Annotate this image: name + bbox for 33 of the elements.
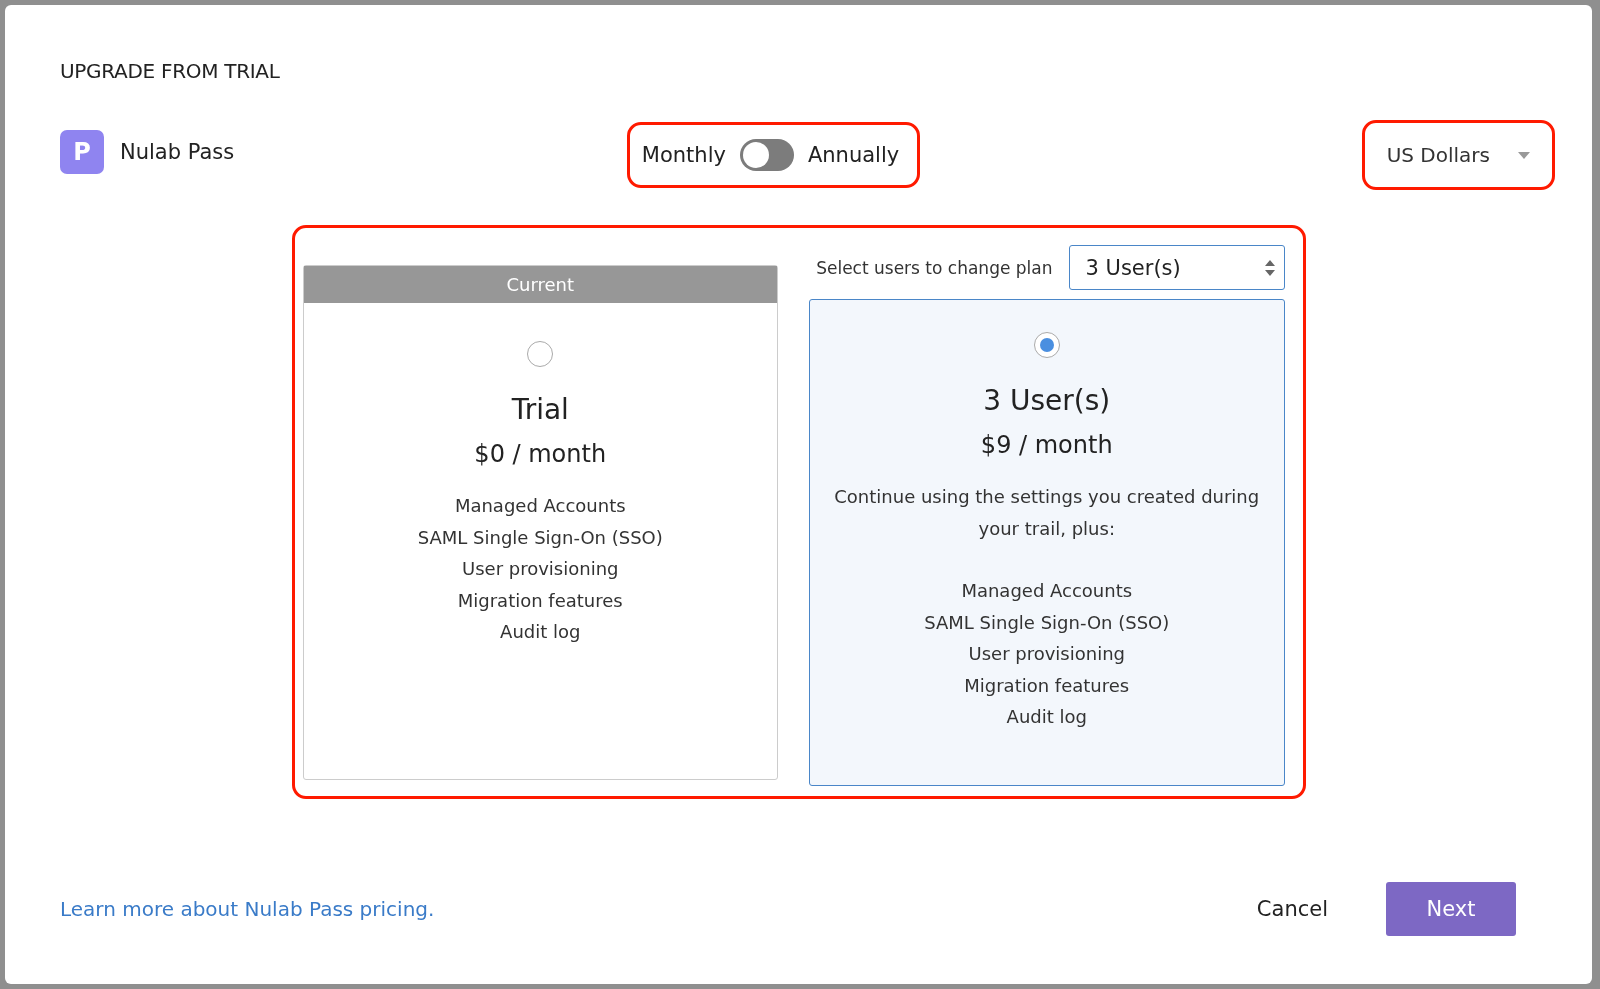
feature-item: Migration features [457, 588, 623, 613]
plan-card[interactable]: Current Trial $0 / month Managed Accounts SAML Single Sign-On (SSO) User provisioning Migration features Audit log [302, 265, 778, 780]
currency-dropdown[interactable]: US Dollars [1376, 133, 1540, 177]
feature-item: Managed Accounts [454, 494, 626, 518]
users-select[interactable]: 3 User(s) [1068, 245, 1285, 290]
feature-item: Audit log [500, 620, 581, 644]
plan-radio[interactable] [527, 341, 554, 367]
feature-item: Managed Accounts [961, 579, 1133, 603]
current-banner: Current [303, 266, 777, 303]
plan-intro: Continue using the settings you created during your trail, plus: [833, 485, 1261, 541]
cancel-button[interactable]: Cancel [1238, 887, 1346, 931]
toggle-label: Annually [807, 143, 900, 167]
product-name: Nulab Pass [120, 140, 235, 164]
pricing-link[interactable]: Learn more about Nulab Pass pricing. [60, 897, 435, 921]
caret-icon [1518, 151, 1530, 159]
feature-item: SAML Single Sign-On (SSO) [924, 610, 1170, 635]
feature-item: User provisioning [462, 557, 619, 581]
plan-name: Trial [511, 393, 569, 426]
toggle-label: Monthly [641, 143, 726, 167]
plan-radio[interactable] [1033, 332, 1060, 358]
next-button[interactable]: Next [1386, 882, 1516, 936]
dialog-title: UPGRADE FROM TRIAL [60, 59, 281, 83]
feature-item: Migration features [964, 673, 1130, 698]
plan-name: 3 User(s) [983, 384, 1111, 417]
feature-item: User provisioning [968, 642, 1125, 666]
feature-item: Audit log [1006, 705, 1087, 729]
logo-icon: P [60, 130, 104, 174]
billing-switch[interactable] [739, 139, 794, 171]
plan-price: $0 / month [474, 440, 607, 468]
plan-price: $9 / month [980, 431, 1113, 459]
plan-card[interactable]: 3 User(s) $9 / month Continue using the settings you created during your trail, plus: Managed Accounts SAML Single Sign-On (SSO) User provisioning Migration features Audit log [809, 299, 1285, 786]
users-label: Select users to change plan [816, 257, 1053, 278]
feature-item: SAML Single Sign-On (SSO) [417, 525, 663, 550]
